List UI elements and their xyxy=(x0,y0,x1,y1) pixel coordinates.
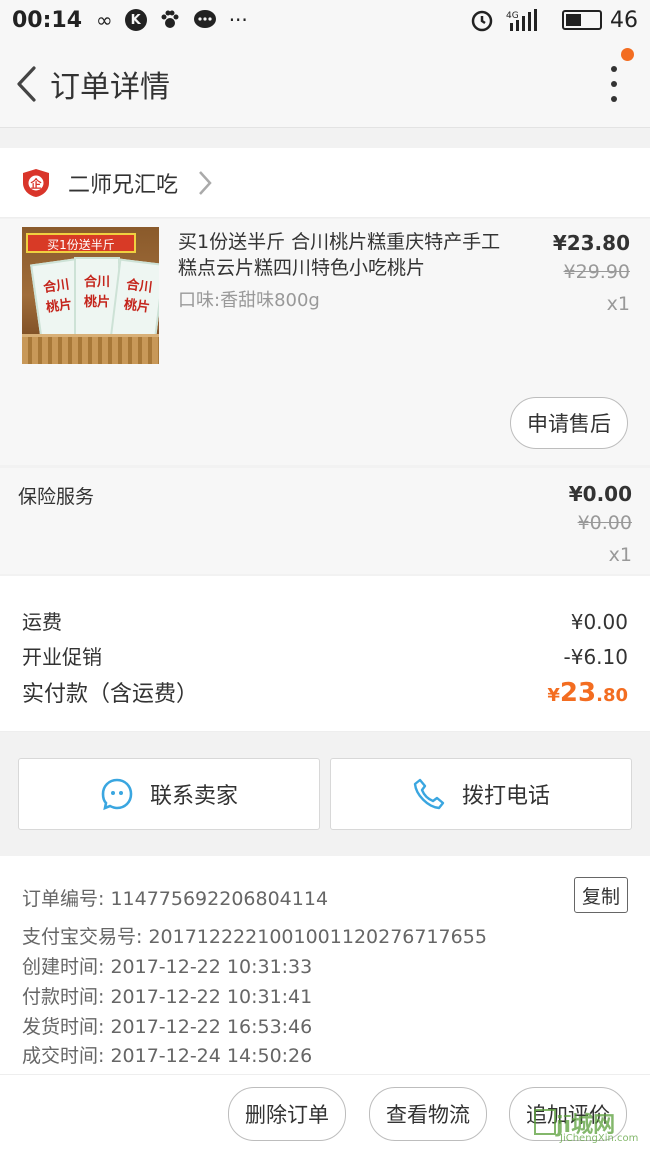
insurance-quantity: x1 xyxy=(608,544,632,566)
page-title: 订单详情 xyxy=(50,69,170,105)
signal-icon: 4G xyxy=(506,9,540,31)
product-spec: 口味:香甜味800g xyxy=(178,290,320,311)
watermark-box xyxy=(534,1109,556,1135)
product-original-price: ¥29.90 xyxy=(563,261,630,283)
product-basket xyxy=(22,334,159,364)
insurance-price: ¥0.00 xyxy=(568,482,632,506)
insurance-label: 保险服务 xyxy=(18,486,95,508)
infinity-icon: ∞ xyxy=(96,8,113,32)
chat-bubble-icon xyxy=(193,9,217,31)
contact-section: 联系卖家 拨打电话 xyxy=(0,740,650,840)
shipped-time: 发货时间: 2017-12-22 16:53:46 xyxy=(22,1016,313,1038)
status-time: 00:14 xyxy=(12,7,83,33)
contact-seller-button[interactable]: 联系卖家 xyxy=(18,758,320,830)
order-info: 订单编号: 114775692206804114 复制 支付宝交易号: 2017… xyxy=(0,856,650,1074)
created-time: 创建时间: 2017-12-22 10:31:33 xyxy=(22,956,313,978)
enterprise-badge-icon: 企 xyxy=(23,168,49,197)
product-price: ¥23.80 xyxy=(552,231,630,255)
svg-text:4G: 4G xyxy=(506,11,519,21)
paid-label: 实付款（含运费） xyxy=(22,682,199,707)
product-pack-text: 合川桃片 xyxy=(42,277,74,316)
order-number: 订单编号: 114775692206804114 xyxy=(22,888,329,910)
call-phone-button[interactable]: 拨打电话 xyxy=(330,758,632,830)
product-pack-text: 合川桃片 xyxy=(122,277,154,316)
alipay-number: 支付宝交易号: 2017122221001001120276717655 xyxy=(22,926,487,948)
status-right: 4G 46 xyxy=(470,8,638,33)
watermark-sub: JiChengXin.com xyxy=(560,1133,639,1144)
product-image-banner: 买1份送半斤 xyxy=(26,233,136,253)
watermark-logo: jī城网 JiChengXin.com xyxy=(534,1105,646,1147)
product-quantity: x1 xyxy=(606,293,630,315)
more-vertical-icon[interactable] xyxy=(606,66,622,102)
call-phone-label: 拨打电话 xyxy=(461,784,550,809)
svg-text:企: 企 xyxy=(30,176,43,190)
back-arrow-icon[interactable] xyxy=(6,64,46,104)
paid-currency: ¥ xyxy=(547,685,560,706)
promo-value: -¥6.10 xyxy=(563,645,628,669)
notification-dot xyxy=(621,48,634,61)
shop-name: 二师兄汇吃 xyxy=(68,172,179,198)
paid-row: 实付款（含运费） ¥23.80 xyxy=(22,676,628,708)
promo-label: 开业促销 xyxy=(22,645,102,669)
paw-icon xyxy=(159,9,181,31)
paid-time: 付款时间: 2017-12-22 10:31:41 xyxy=(22,986,313,1008)
contact-seller-label: 联系卖家 xyxy=(149,784,238,809)
delete-order-button[interactable]: 删除订单 xyxy=(228,1087,346,1141)
battery-icon xyxy=(562,10,602,30)
product-image[interactable]: 买1份送半斤 合川桃片 合川桃片 合川桃片 xyxy=(22,227,159,364)
k-app-icon: K xyxy=(124,9,147,31)
paid-amount: ¥23.80 xyxy=(547,678,628,708)
shop-row[interactable]: 企 二师兄汇吃 xyxy=(0,148,650,218)
chevron-right-icon xyxy=(199,170,212,195)
insurance-original-price: ¥0.00 xyxy=(577,512,632,534)
page-header: 订单详情 xyxy=(0,40,650,128)
product-pack-text: 合川桃片 xyxy=(83,275,110,310)
phone-icon xyxy=(413,778,445,810)
battery-percent: 46 xyxy=(610,7,638,33)
price-summary: 运费 ¥0.00 开业促销 -¥6.10 实付款（含运费） ¥23.80 xyxy=(0,576,650,732)
copy-button[interactable]: 复制 xyxy=(574,877,628,913)
promo-row: 开业促销 -¥6.10 xyxy=(22,641,628,670)
view-logistics-button[interactable]: 查看物流 xyxy=(369,1087,487,1141)
shipping-value: ¥0.00 xyxy=(570,610,628,634)
shipping-label: 运费 xyxy=(22,610,62,634)
product-title: 买1份送半斤 合川桃片糕重庆特产手工糕点云片糕四川特色小吃桃片 xyxy=(178,231,501,279)
completed-time: 成交时间: 2017-12-24 14:50:26 xyxy=(22,1045,313,1067)
paid-int: 23 xyxy=(559,678,597,708)
product-item[interactable]: 买1份送半斤 合川桃片 合川桃片 合川桃片 买1份送半斤 合川桃片糕重庆特产手工… xyxy=(0,219,650,465)
after-sale-button[interactable]: 申请售后 xyxy=(510,397,628,449)
paid-dec: .80 xyxy=(596,685,628,706)
more-notifications-icon: ··· xyxy=(228,8,248,32)
bottom-action-bar: 删除订单 查看物流 追加评价 jī城网 JiChengXin.com xyxy=(0,1074,650,1155)
insurance-item: 保险服务 ¥0.00 ¥0.00 x1 xyxy=(0,468,650,574)
shipping-row: 运费 ¥0.00 xyxy=(22,606,628,635)
chat-face-icon xyxy=(101,778,133,811)
status-bar: 00:14 ∞ K ··· 4G 46 xyxy=(0,0,650,40)
alarm-icon xyxy=(470,8,494,32)
